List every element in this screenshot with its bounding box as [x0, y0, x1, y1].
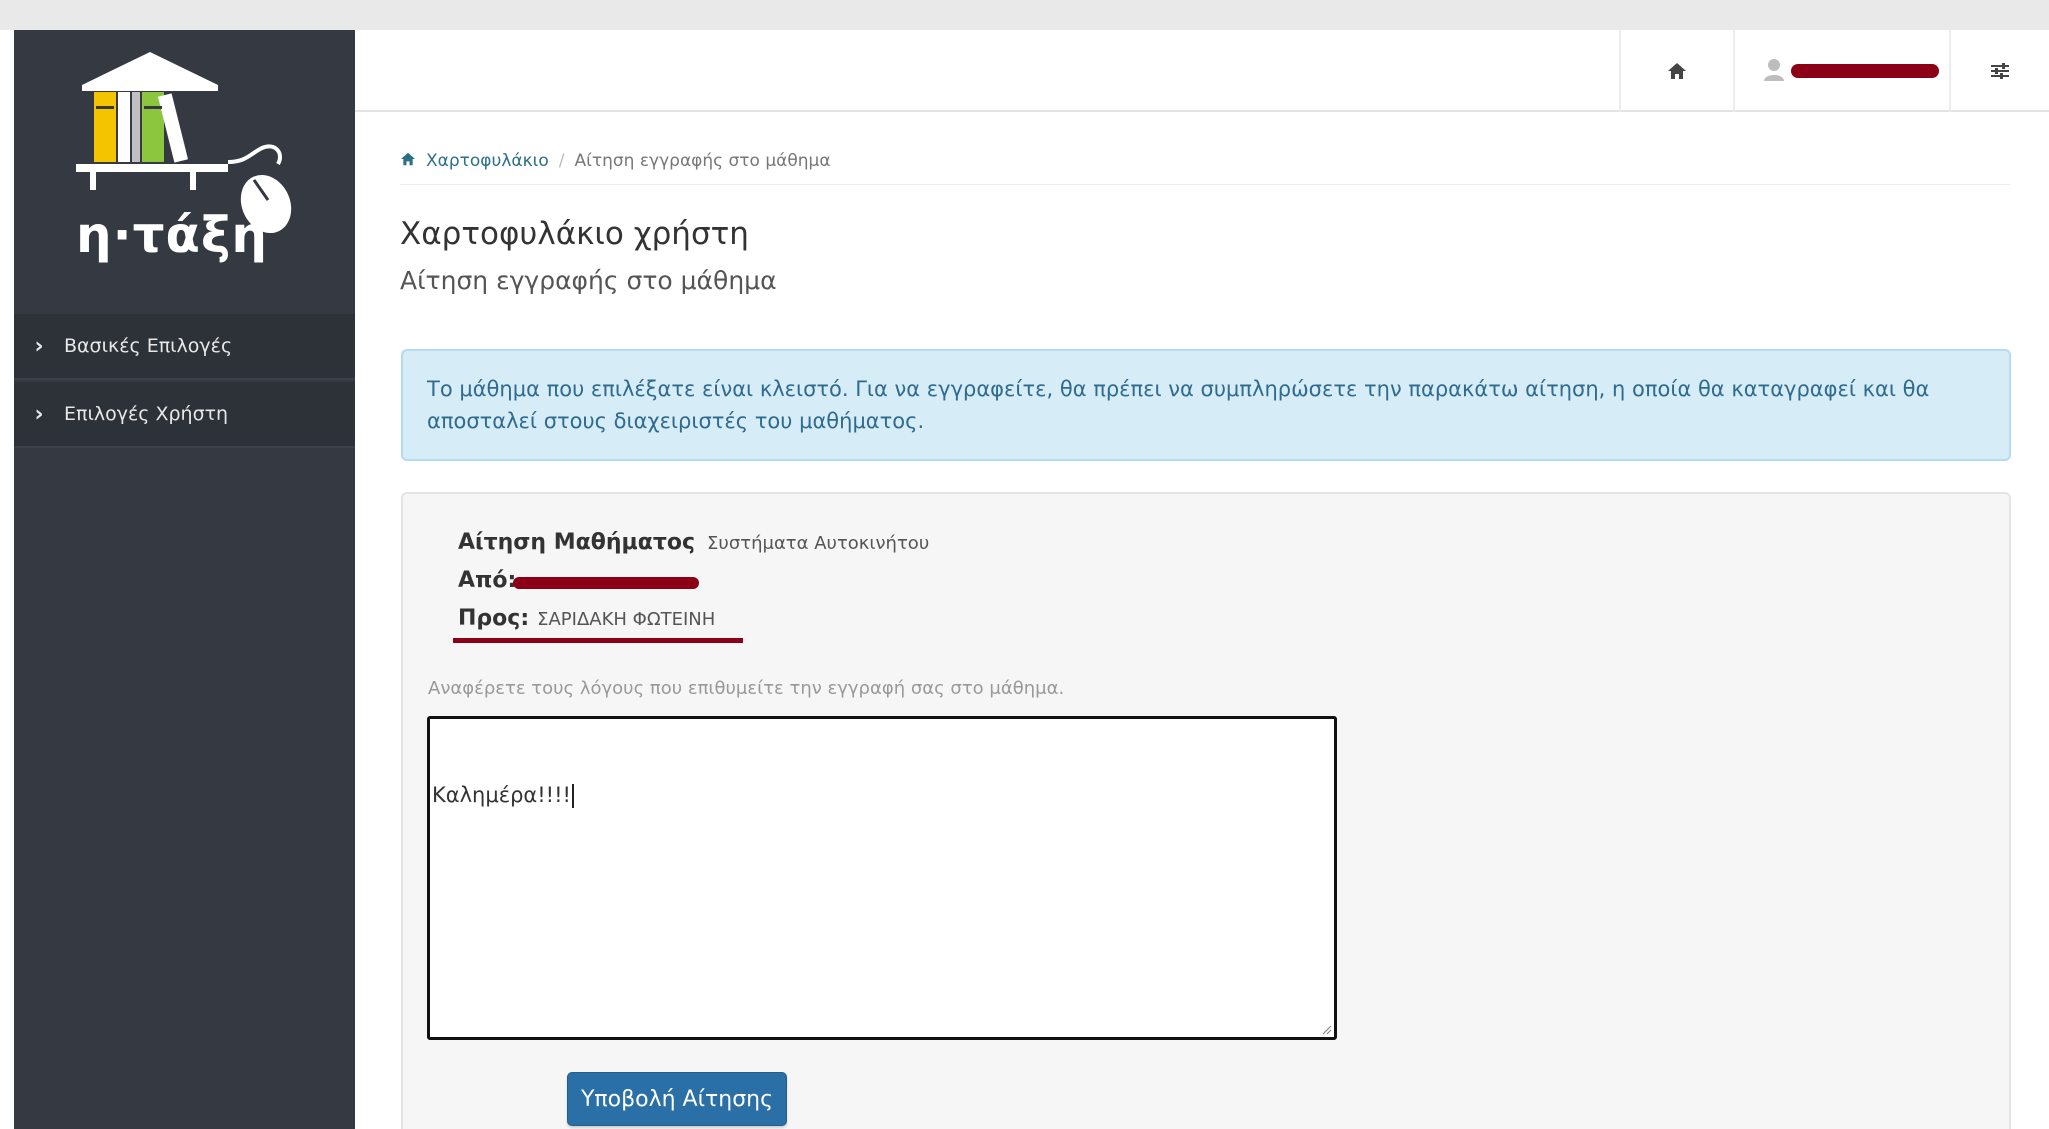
breadcrumb-current: Αίτηση εγγραφής στο μάθημα: [574, 151, 831, 171]
breadcrumb-home-link[interactable]: Χαρτοφυλάκιο: [426, 151, 549, 171]
topbar: [355, 30, 2049, 112]
sidebar: η·τάξη › Βασικές Επιλογές › Επιλογές Χρή…: [14, 30, 355, 1129]
logo-text: η·τάξη: [76, 206, 268, 264]
course-value: Συστήματα Αυτοκινήτου: [707, 533, 930, 554]
home-icon: [1668, 63, 1686, 79]
sidebar-item-label: Βασικές Επιλογές: [64, 335, 233, 357]
from-label: Από:: [458, 568, 517, 593]
main-content: Χαρτοφυλάκιο / Αίτηση εγγραφής στο μάθημ…: [355, 112, 2049, 1129]
chevron-right-icon: ›: [34, 333, 44, 359]
from-row: Από:: [458, 568, 516, 593]
course-label: Αίτηση Μαθήματος: [458, 530, 696, 555]
highlight-underline: [453, 638, 743, 643]
breadcrumb-separator: /: [558, 151, 565, 171]
redacted-username: [1791, 64, 1939, 78]
info-alert: Το μάθημα που επιλέξατε είναι κλειστό. Γ…: [401, 349, 2011, 461]
submit-request-button[interactable]: Υποβολή Αίτησης: [567, 1072, 787, 1126]
page: η·τάξη › Βασικές Επιλογές › Επιλογές Χρή…: [0, 0, 2049, 1129]
breadcrumb-divider: [400, 184, 2010, 185]
breadcrumb: Χαρτοφυλάκιο / Αίτηση εγγραφής στο μάθημ…: [400, 148, 831, 174]
message-text: Καλημέρα!!!!: [432, 783, 571, 807]
user-menu[interactable]: [1733, 30, 1949, 112]
page-subtitle: Αίτηση εγγραφής στο μάθημα: [400, 266, 777, 295]
request-form-panel: Αίτηση Μαθήματος Συστήματα Αυτοκινήτου Α…: [401, 492, 2011, 1129]
user-icon: [1764, 59, 1784, 81]
sidebar-item-label: Επιλογές Χρήστη: [64, 403, 229, 425]
home-button[interactable]: [1619, 30, 1733, 112]
to-value: ΣΑΡΙΔΑΚΗ ΦΩΤΕΙΝΗ: [537, 609, 716, 630]
browser-top-strip: [0, 0, 2049, 30]
message-textarea[interactable]: Καλημέρα!!!!: [427, 716, 1337, 1040]
redacted-sender: [513, 577, 699, 589]
text-caret: [571, 784, 574, 808]
sidebar-item-user-options[interactable]: › Επιλογές Χρήστη: [14, 382, 355, 448]
resize-handle-icon[interactable]: [1320, 1023, 1332, 1035]
message-hint: Αναφέρετε τους λόγους που επιθυμείτε την…: [428, 678, 1065, 699]
logo[interactable]: η·τάξη: [14, 30, 355, 314]
home-icon: [400, 152, 416, 170]
settings-button[interactable]: [1949, 30, 2049, 112]
to-label: Προς:: [458, 606, 530, 631]
sliders-icon: [1991, 63, 2009, 79]
page-title: Χαρτοφυλάκιο χρήστη: [400, 216, 749, 252]
course-row: Αίτηση Μαθήματος Συστήματα Αυτοκινήτου: [458, 530, 929, 555]
chevron-right-icon: ›: [34, 401, 44, 427]
to-row: Προς: ΣΑΡΙΔΑΚΗ ΦΩΤΕΙΝΗ: [458, 606, 715, 631]
bookshelf-logo-icon: [76, 52, 292, 234]
sidebar-item-basic-options[interactable]: › Βασικές Επιλογές: [14, 314, 355, 380]
